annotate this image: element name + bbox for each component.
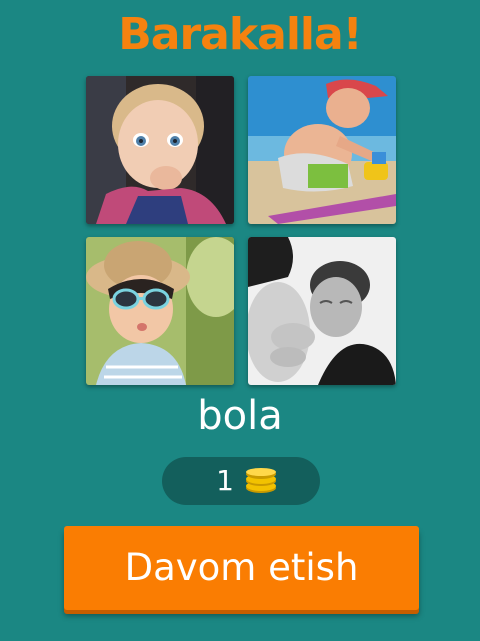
father-pregnant-belly-photo — [248, 237, 396, 385]
answer-word: bola — [197, 393, 283, 439]
page-title: Barakalla! — [118, 9, 363, 60]
coins-counter: 1 — [162, 457, 320, 505]
coin-stack-icon — [244, 468, 278, 498]
child-sunglasses-hat-photo — [86, 237, 234, 385]
coins-count: 1 — [216, 464, 234, 497]
child-playing-sand-photo — [248, 76, 396, 224]
baby-portrait-photo — [86, 76, 234, 224]
continue-button[interactable]: Davom etish — [64, 526, 419, 610]
